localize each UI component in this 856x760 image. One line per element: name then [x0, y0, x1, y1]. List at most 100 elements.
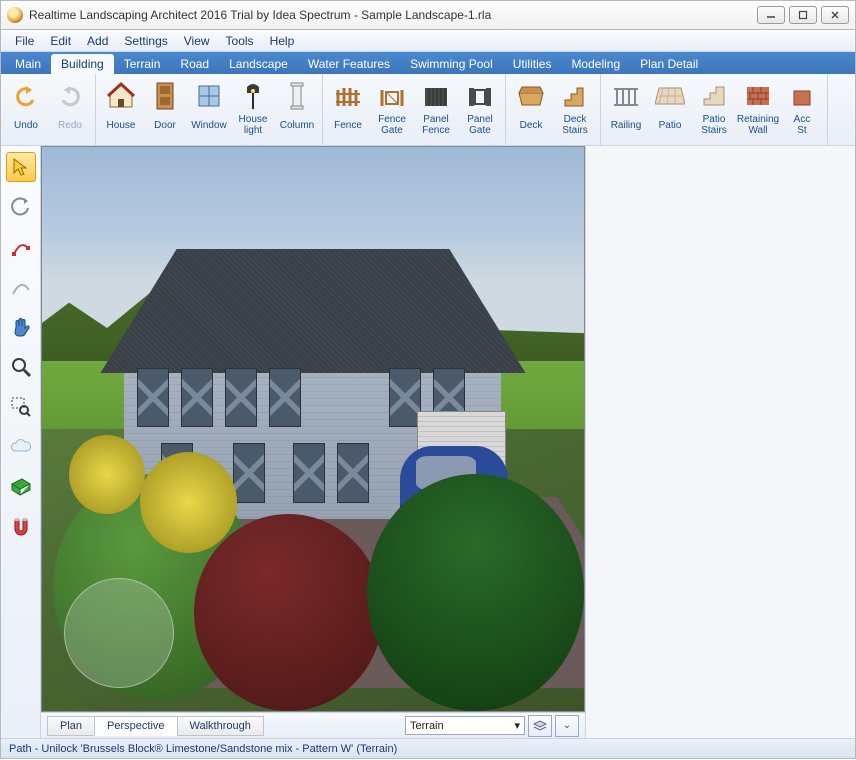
zoom-tool[interactable]	[6, 352, 36, 382]
window-icon	[193, 80, 225, 112]
tool-label: Undo	[14, 114, 38, 136]
shrub	[140, 452, 238, 554]
tab-water-features[interactable]: Water Features	[298, 54, 400, 74]
curve-tool[interactable]	[6, 272, 36, 302]
tab-plan-detail[interactable]: Plan Detail	[630, 54, 708, 74]
edit-point-icon	[10, 236, 32, 258]
door-button[interactable]: Door	[143, 78, 187, 143]
layer-dropdown-button[interactable]: ⌄	[555, 715, 579, 737]
viewport-3d[interactable]	[41, 146, 585, 712]
column-button[interactable]: Column	[275, 78, 319, 143]
select-tool[interactable]	[6, 152, 36, 182]
deck-icon	[515, 80, 547, 112]
properties-panel	[585, 146, 855, 738]
acc-button[interactable]: AccSt	[780, 78, 824, 143]
deckstairs-button[interactable]: DeckStairs	[553, 78, 597, 143]
layer-options-button[interactable]	[528, 715, 552, 737]
layer-select-value: Terrain	[410, 720, 444, 732]
tab-main[interactable]: Main	[5, 54, 51, 74]
minimize-button[interactable]	[757, 6, 785, 24]
view-mode-bar: Plan Perspective Walkthrough Terrain ▾ ⌄	[41, 712, 585, 738]
patiostairs-button[interactable]: PatioStairs	[692, 78, 736, 143]
zoom-region-icon	[10, 396, 32, 418]
tool-label: Column	[280, 114, 314, 136]
deck-stairs-icon	[559, 80, 591, 112]
patio-button[interactable]: Patio	[648, 78, 692, 143]
fence-icon	[332, 80, 364, 112]
tool-label: RetainingWall	[737, 114, 779, 136]
fence-button[interactable]: Fence	[326, 78, 370, 143]
redo-icon	[54, 80, 86, 112]
pan-tool[interactable]	[6, 312, 36, 342]
maximize-button[interactable]	[789, 6, 817, 24]
tab-terrain[interactable]: Terrain	[114, 54, 171, 74]
tool-label: PatioStairs	[701, 114, 727, 136]
status-text: Path - Unilock 'Brussels Block® Limeston…	[9, 743, 397, 755]
tab-utilities[interactable]: Utilities	[503, 54, 562, 74]
tab-building[interactable]: Building	[51, 54, 114, 74]
menu-help[interactable]: Help	[262, 32, 303, 50]
edit-point-tool[interactable]	[6, 232, 36, 262]
orbit-icon	[10, 196, 32, 218]
tool-label: AccSt	[794, 114, 811, 136]
menu-file[interactable]: File	[7, 32, 42, 50]
house-icon	[105, 80, 137, 112]
tab-swimming-pool[interactable]: Swimming Pool	[400, 54, 503, 74]
panelgate-button[interactable]: PanelGate	[458, 78, 502, 143]
view-tab-walkthrough[interactable]: Walkthrough	[177, 716, 264, 736]
menu-add[interactable]: Add	[79, 32, 116, 50]
grid-tool[interactable]	[6, 472, 36, 502]
tool-label: PanelGate	[467, 114, 493, 136]
menubar: File Edit Add Settings View Tools Help	[1, 30, 855, 52]
tool-label: FenceGate	[378, 114, 406, 136]
snap-tool[interactable]	[6, 512, 36, 542]
tool-label: Houselight	[239, 114, 268, 136]
deck-button[interactable]: Deck	[509, 78, 553, 143]
menu-settings[interactable]: Settings	[116, 32, 175, 50]
tool-label: House	[107, 114, 136, 136]
patio-icon	[654, 80, 686, 112]
tool-palette	[1, 146, 41, 738]
chevron-down-icon: ⌄	[563, 720, 571, 731]
house-button[interactable]: House	[99, 78, 143, 143]
close-button[interactable]	[821, 6, 849, 24]
cloud-tool[interactable]	[6, 432, 36, 462]
patio-stairs-icon	[698, 80, 730, 112]
orbit-tool[interactable]	[6, 192, 36, 222]
undo-button[interactable]: Undo	[4, 78, 48, 143]
menu-tools[interactable]: Tools	[218, 32, 262, 50]
tool-label: Redo	[58, 114, 82, 136]
menu-edit[interactable]: Edit	[42, 32, 79, 50]
houselight-button[interactable]: Houselight	[231, 78, 275, 143]
view-tab-perspective[interactable]: Perspective	[94, 716, 177, 736]
view-tab-plan[interactable]: Plan	[47, 716, 95, 736]
shrub	[194, 514, 384, 711]
tool-label: Railing	[611, 114, 642, 136]
tab-landscape[interactable]: Landscape	[219, 54, 298, 74]
navigation-compass[interactable]	[64, 578, 174, 688]
statusbar: Path - Unilock 'Brussels Block® Limeston…	[1, 738, 855, 758]
tool-label: PanelFence	[422, 114, 450, 136]
redo-button: Redo	[48, 78, 92, 143]
shrub	[367, 474, 584, 711]
content-area: Plan Perspective Walkthrough Terrain ▾ ⌄	[1, 146, 855, 738]
menu-view[interactable]: View	[176, 32, 218, 50]
magnet-icon	[10, 516, 32, 538]
zoom-region-tool[interactable]	[6, 392, 36, 422]
grid-icon	[10, 476, 32, 498]
door-icon	[149, 80, 181, 112]
accessory-icon	[786, 80, 818, 112]
window-button[interactable]: Window	[187, 78, 231, 143]
tool-label: Patio	[659, 114, 682, 136]
layer-select[interactable]: Terrain ▾	[405, 716, 525, 735]
retainingwall-button[interactable]: RetainingWall	[736, 78, 780, 143]
fence-gate-icon	[376, 80, 408, 112]
panelfence-button[interactable]: PanelFence	[414, 78, 458, 143]
tab-modeling[interactable]: Modeling	[561, 54, 630, 74]
railing-button[interactable]: Railing	[604, 78, 648, 143]
fencegate-button[interactable]: FenceGate	[370, 78, 414, 143]
tab-road[interactable]: Road	[170, 54, 219, 74]
railing-icon	[610, 80, 642, 112]
toolbar: Undo Redo House Door Window Houselight Column F…	[1, 74, 855, 146]
tool-label: Door	[154, 114, 176, 136]
